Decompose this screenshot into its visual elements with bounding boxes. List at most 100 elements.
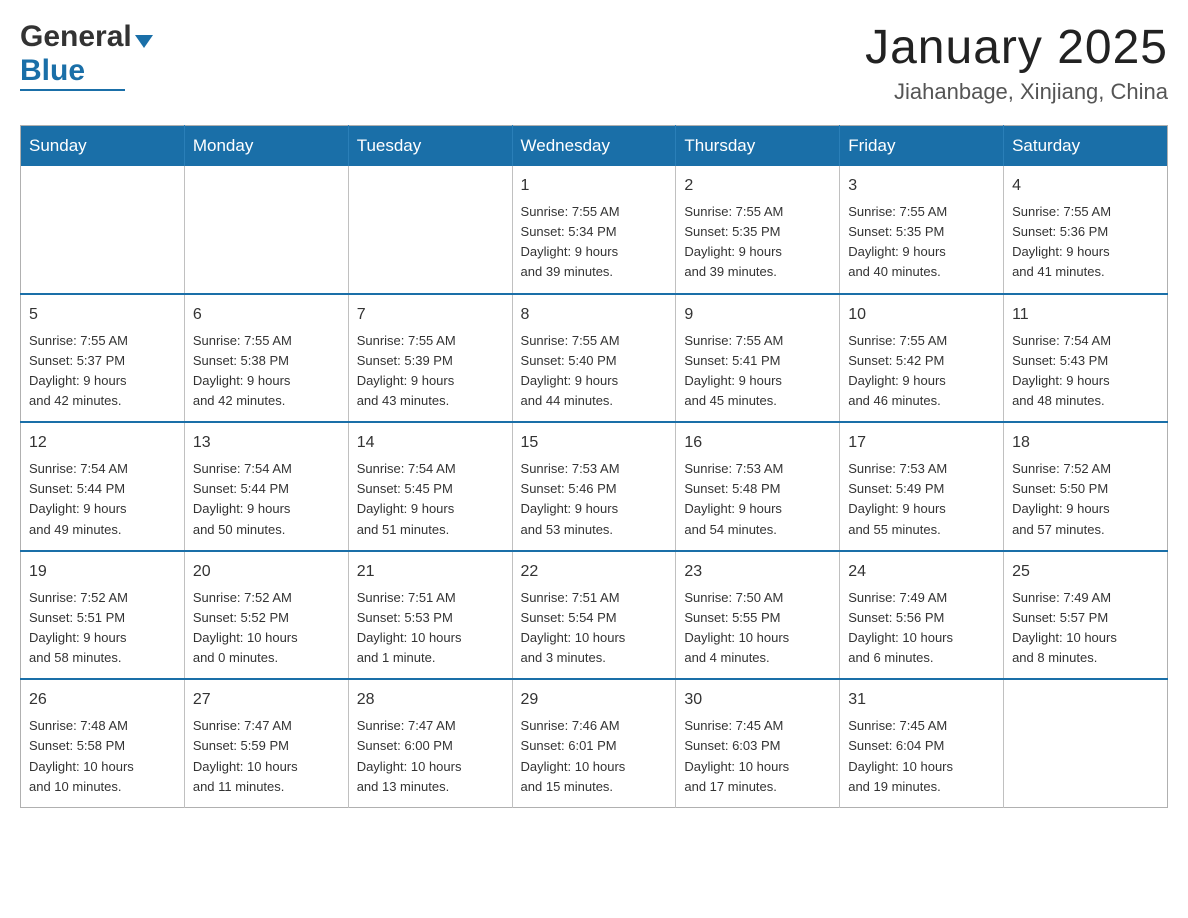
calendar-cell: 13 Sunrise: 7:54 AMSunset: 5:44 PMDayligh… [184, 422, 348, 551]
calendar-cell: 14 Sunrise: 7:54 AMSunset: 5:45 PMDayligh… [348, 422, 512, 551]
day-info: Sunrise: 7:49 AMSunset: 5:57 PMDaylight:… [1012, 588, 1159, 669]
calendar-cell: 28 Sunrise: 7:47 AMSunset: 6:00 PMDayligh… [348, 679, 512, 807]
day-info: Sunrise: 7:54 AMSunset: 5:43 PMDaylight:… [1012, 331, 1159, 412]
calendar-cell [184, 166, 348, 294]
day-info: Sunrise: 7:54 AMSunset: 5:44 PMDaylight:… [193, 459, 340, 540]
calendar-cell: 31Sunrise: 7:45 AMSunset: 6:04 PMDayligh… [840, 679, 1004, 807]
day-info: Sunrise: 7:55 AMSunset: 5:35 PMDaylight:… [684, 202, 831, 283]
calendar-cell: 7 Sunrise: 7:55 AMSunset: 5:39 PMDaylight… [348, 294, 512, 423]
calendar-cell: 16 Sunrise: 7:53 AMSunset: 5:48 PMDayligh… [676, 422, 840, 551]
calendar-cell: 30Sunrise: 7:45 AMSunset: 6:03 PMDayligh… [676, 679, 840, 807]
day-info: Sunrise: 7:55 AMSunset: 5:34 PMDaylight:… [521, 202, 668, 283]
header-friday: Friday [840, 126, 1004, 167]
day-number: 23 [684, 560, 831, 584]
calendar-cell: 5 Sunrise: 7:55 AMSunset: 5:37 PMDaylight… [21, 294, 185, 423]
calendar-cell: 24 Sunrise: 7:49 AMSunset: 5:56 PMDayligh… [840, 551, 1004, 680]
day-info: Sunrise: 7:47 AMSunset: 5:59 PMDaylight:… [193, 716, 340, 797]
day-number: 4 [1012, 174, 1159, 198]
day-info: Sunrise: 7:54 AMSunset: 5:44 PMDaylight:… [29, 459, 176, 540]
day-info: Sunrise: 7:55 AMSunset: 5:36 PMDaylight:… [1012, 202, 1159, 283]
day-number: 10 [848, 303, 995, 327]
calendar-cell: 18 Sunrise: 7:52 AMSunset: 5:50 PMDayligh… [1004, 422, 1168, 551]
day-info: Sunrise: 7:47 AMSunset: 6:00 PMDaylight:… [357, 716, 504, 797]
day-number: 11 [1012, 303, 1159, 327]
calendar-cell: 12 Sunrise: 7:54 AMSunset: 5:44 PMDayligh… [21, 422, 185, 551]
day-number: 22 [521, 560, 668, 584]
calendar-cell: 11 Sunrise: 7:54 AMSunset: 5:43 PMDayligh… [1004, 294, 1168, 423]
day-number: 7 [357, 303, 504, 327]
calendar-table: Sunday Monday Tuesday Wednesday Thursday… [20, 125, 1168, 808]
calendar-cell: 2 Sunrise: 7:55 AMSunset: 5:35 PMDaylight… [676, 166, 840, 294]
calendar-cell: 29 Sunrise: 7:46 AMSunset: 6:01 PMDayligh… [512, 679, 676, 807]
day-info: Sunrise: 7:55 AMSunset: 5:37 PMDaylight:… [29, 331, 176, 412]
logo-arrow-icon [135, 35, 153, 48]
calendar-cell: 6Sunrise: 7:55 AMSunset: 5:38 PMDaylight… [184, 294, 348, 423]
day-info: Sunrise: 7:48 AMSunset: 5:58 PMDaylight:… [29, 716, 176, 797]
day-info: Sunrise: 7:49 AMSunset: 5:56 PMDaylight:… [848, 588, 995, 669]
day-number: 9 [684, 303, 831, 327]
day-number: 28 [357, 688, 504, 712]
header-thursday: Thursday [676, 126, 840, 167]
calendar-cell: 27 Sunrise: 7:47 AMSunset: 5:59 PMDayligh… [184, 679, 348, 807]
day-number: 17 [848, 431, 995, 455]
day-number: 25 [1012, 560, 1159, 584]
day-info: Sunrise: 7:54 AMSunset: 5:45 PMDaylight:… [357, 459, 504, 540]
calendar-cell: 1 Sunrise: 7:55 AMSunset: 5:34 PMDaylight… [512, 166, 676, 294]
day-number: 13 [193, 431, 340, 455]
header-monday: Monday [184, 126, 348, 167]
day-number: 24 [848, 560, 995, 584]
calendar-cell: 4 Sunrise: 7:55 AMSunset: 5:36 PMDaylight… [1004, 166, 1168, 294]
header-wednesday: Wednesday [512, 126, 676, 167]
logo: General Blue [20, 20, 153, 91]
day-number: 30 [684, 688, 831, 712]
day-info: Sunrise: 7:53 AMSunset: 5:46 PMDaylight:… [521, 459, 668, 540]
logo-general-text: General [20, 20, 132, 54]
day-info: Sunrise: 7:55 AMSunset: 5:40 PMDaylight:… [521, 331, 668, 412]
calendar-cell: 21 Sunrise: 7:51 AMSunset: 5:53 PMDayligh… [348, 551, 512, 680]
day-headers-row: Sunday Monday Tuesday Wednesday Thursday… [21, 126, 1168, 167]
day-info: Sunrise: 7:53 AMSunset: 5:49 PMDaylight:… [848, 459, 995, 540]
calendar-cell: 15 Sunrise: 7:53 AMSunset: 5:46 PMDayligh… [512, 422, 676, 551]
page-header: General Blue January 2025 Jiahanbage, Xi… [20, 20, 1168, 105]
day-info: Sunrise: 7:55 AMSunset: 5:41 PMDaylight:… [684, 331, 831, 412]
day-info: Sunrise: 7:52 AMSunset: 5:52 PMDaylight:… [193, 588, 340, 669]
day-info: Sunrise: 7:46 AMSunset: 6:01 PMDaylight:… [521, 716, 668, 797]
day-number: 2 [684, 174, 831, 198]
day-number: 15 [521, 431, 668, 455]
header-sunday: Sunday [21, 126, 185, 167]
calendar-cell: 10Sunrise: 7:55 AMSunset: 5:42 PMDayligh… [840, 294, 1004, 423]
day-info: Sunrise: 7:55 AMSunset: 5:39 PMDaylight:… [357, 331, 504, 412]
day-info: Sunrise: 7:52 AMSunset: 5:50 PMDaylight:… [1012, 459, 1159, 540]
day-number: 19 [29, 560, 176, 584]
day-info: Sunrise: 7:52 AMSunset: 5:51 PMDaylight:… [29, 588, 176, 669]
day-number: 18 [1012, 431, 1159, 455]
day-info: Sunrise: 7:45 AMSunset: 6:04 PMDaylight:… [848, 716, 995, 797]
calendar-cell [21, 166, 185, 294]
day-info: Sunrise: 7:51 AMSunset: 5:53 PMDaylight:… [357, 588, 504, 669]
day-number: 16 [684, 431, 831, 455]
day-number: 27 [193, 688, 340, 712]
calendar-body: 1 Sunrise: 7:55 AMSunset: 5:34 PMDaylight… [21, 166, 1168, 807]
calendar-cell [348, 166, 512, 294]
calendar-cell: 3Sunrise: 7:55 AMSunset: 5:35 PMDaylight… [840, 166, 1004, 294]
logo-underline [20, 89, 125, 91]
day-info: Sunrise: 7:53 AMSunset: 5:48 PMDaylight:… [684, 459, 831, 540]
calendar-cell: 25 Sunrise: 7:49 AMSunset: 5:57 PMDayligh… [1004, 551, 1168, 680]
calendar-cell: 19 Sunrise: 7:52 AMSunset: 5:51 PMDayligh… [21, 551, 185, 680]
day-number: 1 [521, 174, 668, 198]
day-number: 21 [357, 560, 504, 584]
page-title: January 2025 [865, 20, 1168, 75]
day-number: 5 [29, 303, 176, 327]
calendar-cell: 8 Sunrise: 7:55 AMSunset: 5:40 PMDaylight… [512, 294, 676, 423]
header-tuesday: Tuesday [348, 126, 512, 167]
day-number: 12 [29, 431, 176, 455]
day-number: 8 [521, 303, 668, 327]
title-block: January 2025 Jiahanbage, Xinjiang, China [865, 20, 1168, 105]
day-number: 29 [521, 688, 668, 712]
calendar-cell: 26Sunrise: 7:48 AMSunset: 5:58 PMDayligh… [21, 679, 185, 807]
calendar-week-row: 12 Sunrise: 7:54 AMSunset: 5:44 PMDayligh… [21, 422, 1168, 551]
calendar-cell [1004, 679, 1168, 807]
day-number: 14 [357, 431, 504, 455]
calendar-cell: 9 Sunrise: 7:55 AMSunset: 5:41 PMDaylight… [676, 294, 840, 423]
calendar-cell: 22Sunrise: 7:51 AMSunset: 5:54 PMDayligh… [512, 551, 676, 680]
